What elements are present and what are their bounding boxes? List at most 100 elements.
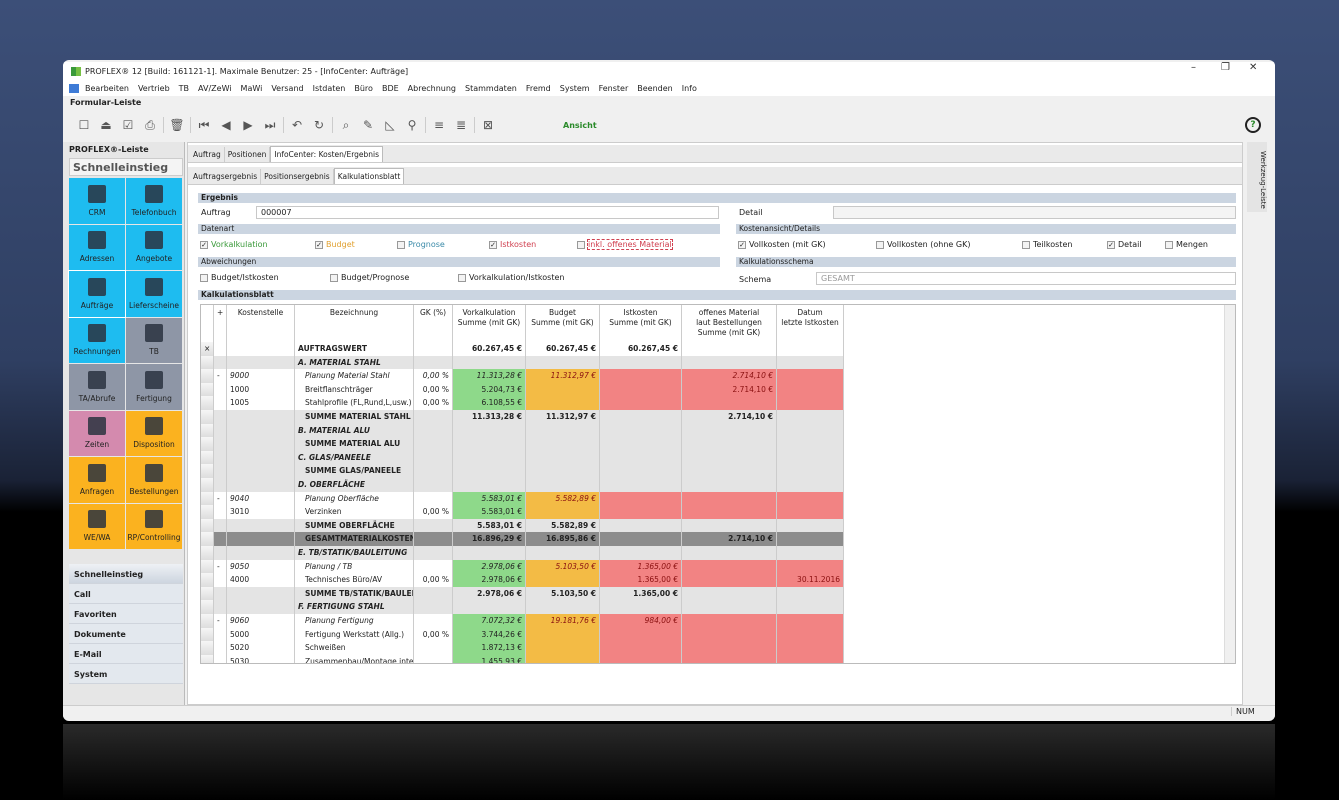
- checkbox-box[interactable]: [200, 273, 208, 282]
- checkbox-mengen[interactable]: Mengen: [1165, 240, 1208, 249]
- nav-call[interactable]: Call: [69, 584, 183, 604]
- cell-p[interactable]: [214, 423, 227, 438]
- menu-fremd[interactable]: Fremd: [526, 84, 551, 93]
- checkbox-inkloffenesmaterial[interactable]: inkl. offenes Material: [577, 239, 673, 250]
- cell-m[interactable]: [201, 600, 214, 614]
- table-row[interactable]: E. TB/STATIK/BAULEITUNG: [201, 546, 844, 560]
- minimize-button[interactable]: –: [1191, 62, 1196, 73]
- menu-beenden[interactable]: Beenden: [637, 84, 672, 93]
- align-icon[interactable]: ≡: [428, 118, 450, 132]
- checkbox-vollkostenmitgk[interactable]: ✓ Vollkosten (mit GK): [738, 240, 826, 249]
- cell-m[interactable]: [201, 410, 214, 424]
- table-row[interactable]: SUMME MATERIAL ALU: [201, 437, 844, 451]
- checkbox-box[interactable]: ✓: [200, 240, 208, 249]
- table-row[interactable]: 5030 Zusammenbau/Montage inte 1.455,93 €: [201, 654, 844, 663]
- checkbox-box[interactable]: [876, 240, 884, 249]
- vertical-scrollbar[interactable]: [1224, 305, 1235, 663]
- cell-m[interactable]: [201, 546, 214, 560]
- cell-p[interactable]: [214, 518, 227, 533]
- checkbox-box[interactable]: ✓: [489, 240, 497, 249]
- menu-vertrieb[interactable]: Vertrieb: [138, 84, 170, 93]
- menu-avzewi[interactable]: AV/ZeWi: [198, 84, 232, 93]
- nav-dokumente[interactable]: Dokumente: [69, 624, 183, 644]
- checkbox-box[interactable]: [1022, 240, 1030, 249]
- menu-bro[interactable]: Büro: [354, 84, 373, 93]
- cell-m[interactable]: [201, 355, 214, 370]
- table-row[interactable]: -9050 Planung / TB 2.978,06 €5.103,50 €1.3…: [201, 559, 844, 574]
- tile-crm[interactable]: CRM: [69, 178, 125, 224]
- cell-m[interactable]: [201, 396, 214, 410]
- column-header[interactable]: Bezeichnung: [295, 305, 414, 342]
- help-icon[interactable]: ?: [1245, 117, 1261, 133]
- menu-info[interactable]: Info: [682, 84, 697, 93]
- cell-m[interactable]: [201, 491, 214, 506]
- eject-icon[interactable]: ⏏: [95, 118, 117, 132]
- table-row[interactable]: 1005 Stahlprofile (FL,Rund,L,usw.) 0,00 % 6…: [201, 396, 844, 410]
- cell-p[interactable]: -: [214, 614, 227, 628]
- auftrag-field[interactable]: 000007: [256, 206, 719, 219]
- search-icon[interactable]: ⌕: [335, 118, 357, 133]
- table-row[interactable]: SUMME OBERFLÄCHE 5.583,01 €5.582,89 €: [201, 518, 844, 533]
- cell-p[interactable]: [214, 450, 227, 465]
- cell-p[interactable]: -: [214, 369, 227, 383]
- cell-p[interactable]: [214, 382, 227, 397]
- menu-bearbeiten[interactable]: Bearbeiten: [85, 84, 129, 93]
- menu-system[interactable]: System: [560, 84, 590, 93]
- checkbox-budgetprognose[interactable]: Budget/Prognose: [330, 273, 409, 282]
- checkbox-prognose[interactable]: Prognose: [397, 240, 445, 249]
- werkzeug-leiste-tab[interactable]: Werkzeug-Leiste: [1247, 142, 1267, 212]
- cell-m[interactable]: [201, 382, 214, 397]
- refresh-icon[interactable]: ↻: [308, 118, 330, 132]
- table-row[interactable]: B. MATERIAL ALU: [201, 423, 844, 438]
- cell-m[interactable]: [201, 573, 214, 587]
- cell-m[interactable]: [201, 450, 214, 465]
- first-icon[interactable]: ⏮: [193, 118, 215, 133]
- nav-favoriten[interactable]: Favoriten: [69, 604, 183, 624]
- tab-positionsergebnis[interactable]: Positionsergebnis: [261, 169, 334, 184]
- cell-m[interactable]: [201, 518, 214, 533]
- nav-system[interactable]: System: [69, 664, 183, 684]
- detail-field[interactable]: [833, 206, 1236, 219]
- cell-p[interactable]: -: [214, 491, 227, 506]
- app-menu-icon[interactable]: [69, 83, 79, 93]
- new-icon[interactable]: ☐: [73, 118, 95, 132]
- cell-p[interactable]: [214, 573, 227, 587]
- cell-p[interactable]: [214, 641, 227, 655]
- tile-lieferscheine[interactable]: Lieferscheine: [126, 271, 182, 317]
- column-header[interactable]: Datum letzte Istkosten: [777, 305, 844, 342]
- cell-m[interactable]: [201, 654, 214, 663]
- cell-p[interactable]: [214, 586, 227, 601]
- tile-zeiten[interactable]: Zeiten: [69, 410, 125, 456]
- column-header[interactable]: Kostenstelle: [227, 305, 295, 342]
- cell-m[interactable]: [201, 641, 214, 655]
- table-row[interactable]: SUMME TB/STATIK/BAULEI 2.978,06 €5.103,50…: [201, 586, 844, 601]
- table-row[interactable]: 1000 Breitflanschträger 0,00 % 5.204,73 € 2.…: [201, 382, 844, 397]
- column-header[interactable]: GK (%): [414, 305, 453, 342]
- column-header[interactable]: Budget Summe (mit GK): [526, 305, 600, 342]
- column-header[interactable]: [201, 305, 214, 342]
- close-button[interactable]: ✕: [1249, 62, 1257, 73]
- align2-icon[interactable]: ≣: [450, 118, 472, 132]
- delete-icon[interactable]: 🗑: [166, 118, 188, 132]
- menu-istdaten[interactable]: Istdaten: [313, 84, 346, 93]
- menu-bde[interactable]: BDE: [382, 84, 399, 93]
- table-row[interactable]: A. MATERIAL STAHL: [201, 355, 844, 370]
- tile-fertigung[interactable]: Fertigung: [126, 364, 182, 410]
- schema-field[interactable]: GESAMT: [816, 272, 1236, 285]
- cell-m[interactable]: [201, 437, 214, 451]
- table-row[interactable]: 3010 Verzinken 0,00 % 5.583,01 €: [201, 505, 844, 519]
- cell-m[interactable]: ×: [201, 342, 214, 356]
- tile-rpcontrolling[interactable]: RP/Controlling: [126, 503, 182, 549]
- cell-p[interactable]: [214, 396, 227, 410]
- checkbox-box[interactable]: [577, 240, 585, 249]
- tab-positionen[interactable]: Positionen: [225, 147, 271, 162]
- prev-icon[interactable]: ◀: [215, 118, 237, 132]
- menu-stammdaten[interactable]: Stammdaten: [465, 84, 517, 93]
- check-icon[interactable]: ☑: [117, 118, 139, 132]
- cell-m[interactable]: [201, 464, 214, 478]
- cell-m[interactable]: [201, 559, 214, 574]
- menu-tb[interactable]: TB: [179, 84, 189, 93]
- cell-m[interactable]: [201, 614, 214, 628]
- tile-disposition[interactable]: Disposition: [126, 410, 182, 456]
- table-row[interactable]: F. FERTIGUNG STAHL: [201, 600, 844, 614]
